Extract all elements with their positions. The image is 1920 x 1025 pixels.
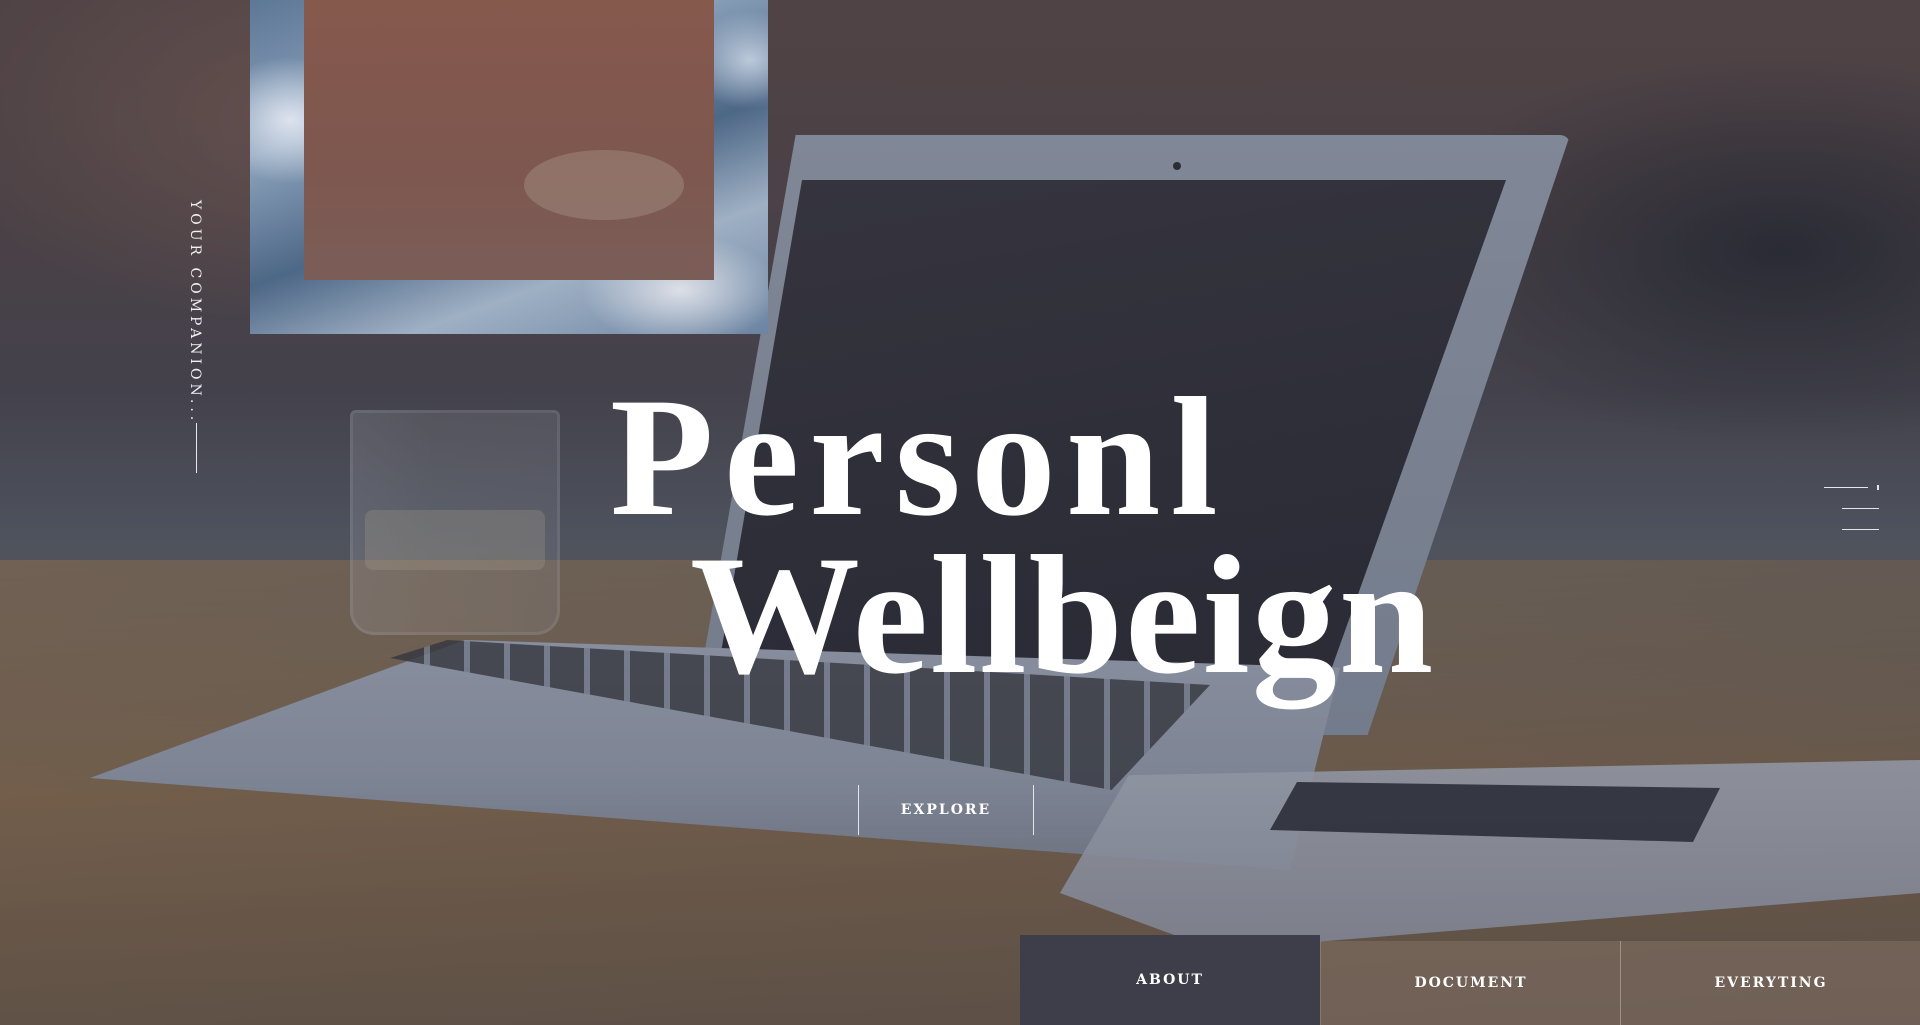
menu-icon-bar-bottom [1842, 529, 1879, 530]
bottom-tab-bar: ABOUT DOCUMENT EVERYTING [1020, 935, 1920, 1025]
tab-document-label: DOCUMENT [1414, 975, 1528, 991]
hero-title-line2: Wellbeign [690, 521, 1436, 709]
side-tagline: YOUR COMPANION... [187, 200, 203, 425]
hero-image-inner [304, 0, 714, 280]
explore-button[interactable]: EXPLORE [858, 785, 1034, 835]
menu-icon-bar-top [1824, 487, 1868, 488]
tagline-divider [196, 423, 197, 473]
tab-everyting[interactable]: EVERYTING [1620, 941, 1920, 1025]
page: YOUR COMPANION... Personl Wellbeign EXPL… [0, 0, 1920, 1025]
tab-document[interactable]: DOCUMENT [1320, 941, 1621, 1025]
menu-icon-bar-middle [1842, 508, 1879, 509]
tab-about[interactable]: ABOUT [1020, 935, 1320, 1025]
menu-icon[interactable] [1822, 485, 1882, 535]
tab-about-label: ABOUT [1136, 972, 1204, 988]
explore-button-label: EXPLORE [900, 802, 992, 818]
hero-title-line1: Personl [610, 363, 1228, 551]
tab-everyting-label: EVERYTING [1714, 975, 1828, 991]
hero-image-frame [250, 0, 768, 334]
menu-icon-tick [1877, 485, 1879, 490]
